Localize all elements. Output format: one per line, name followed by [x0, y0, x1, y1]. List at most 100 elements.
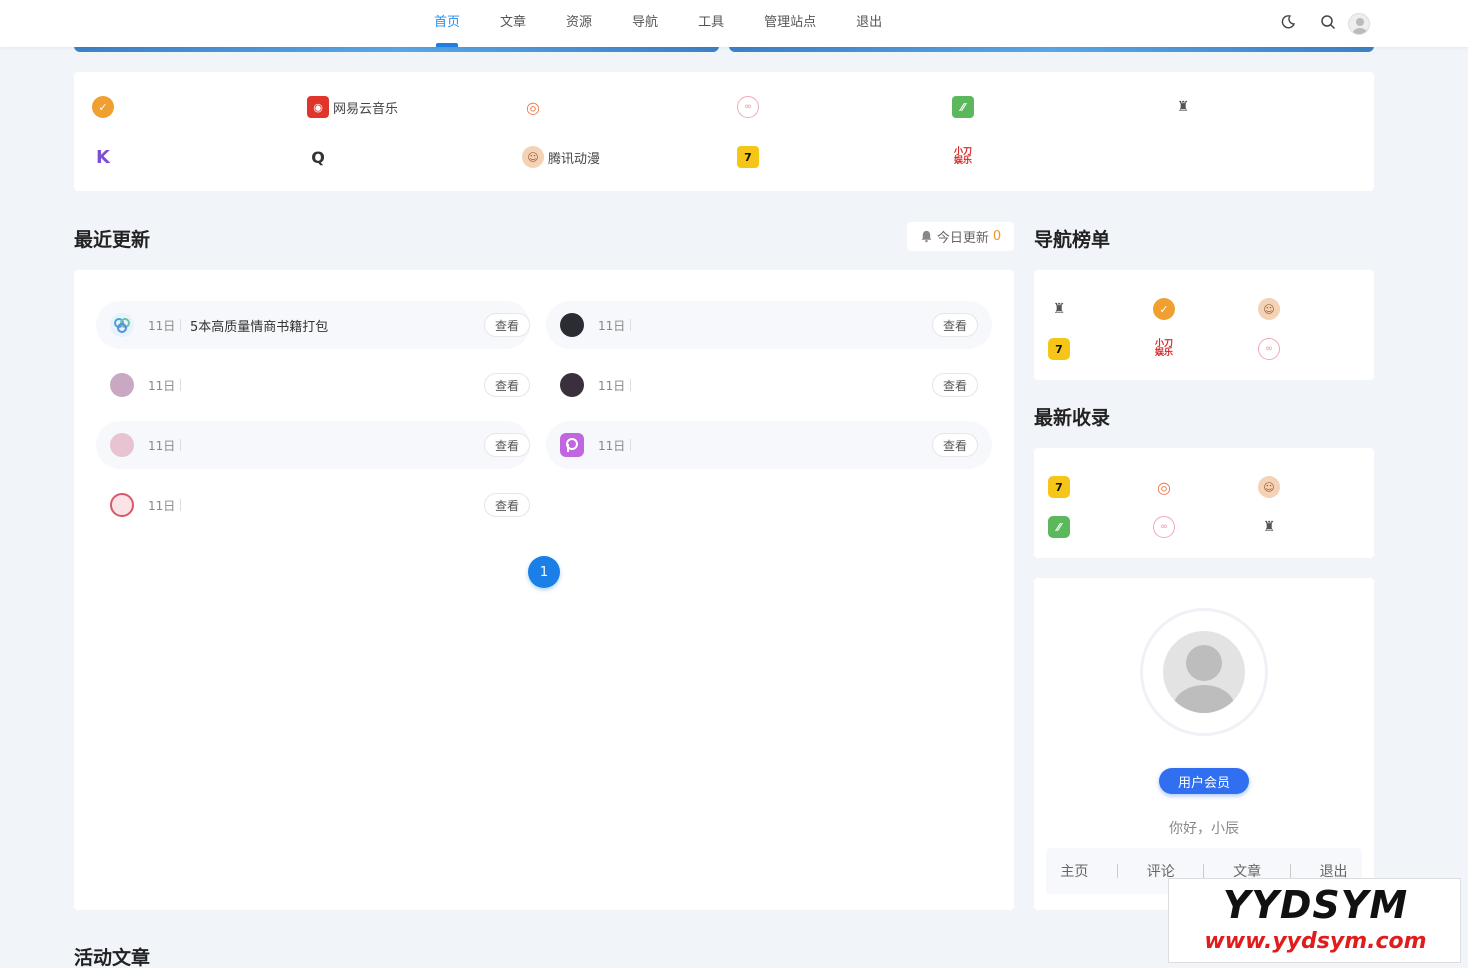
green-leaf-icon[interactable]: ⁄⁄ [1048, 516, 1070, 538]
avatar [560, 313, 584, 337]
item-date: 11日 [148, 319, 176, 333]
q-letter-icon: Q [311, 147, 325, 167]
main-nav: 首页 文章 资源 导航 工具 管理站点 退出 [414, 0, 902, 47]
orange-badge-icon: ✓ [92, 96, 114, 118]
list-item[interactable]: 11日 5本高质量情商书籍打包 查看 [96, 301, 530, 349]
user-avatar-icon[interactable] [1348, 13, 1370, 35]
today-update-badge[interactable]: 今日更新 0 [907, 222, 1014, 251]
divider [630, 379, 631, 391]
picsart-icon [560, 433, 584, 457]
link-item[interactable]: ⁄⁄ [952, 95, 978, 119]
greeting-text: 你好，小辰 [1169, 821, 1239, 837]
recent-updates-card: 11日 5本高质量情商书籍打包 查看 11日 查看 11日 查看 11日 查看 … [74, 270, 1014, 910]
list-item[interactable]: 11日 查看 [96, 361, 530, 409]
list-item[interactable]: 11日 查看 [96, 421, 530, 469]
link-item[interactable]: ◉ 网易云音乐 [307, 95, 398, 119]
k-letter-icon: K [96, 146, 110, 168]
bell-icon [921, 230, 932, 243]
avatar [110, 373, 134, 397]
pig-icon[interactable]: ∞ [1153, 516, 1175, 538]
nav-articles[interactable]: 文章 [480, 0, 546, 47]
item-date: 11日 [598, 439, 626, 453]
moon-icon[interactable] [1278, 12, 1298, 32]
view-button[interactable]: 查看 [932, 313, 978, 337]
nav-rank-title: 导航榜单 [1034, 229, 1111, 251]
pig-icon[interactable]: ∞ [1258, 338, 1280, 360]
link-item[interactable]: ♜ [1172, 95, 1198, 119]
xiaodao-icon[interactable]: 小刀 娱乐 [1153, 338, 1175, 360]
latest-card: 7 ◎ ☺ ⁄⁄ ∞ ♜ [1034, 448, 1374, 558]
nav-rank-card: ♜ ✓ ☺ 7 小刀 娱乐 ∞ [1034, 270, 1374, 380]
link-item[interactable]: 7 [737, 145, 763, 169]
avatar [560, 373, 584, 397]
list-item[interactable]: 11日 查看 [96, 481, 530, 529]
search-icon[interactable] [1318, 12, 1338, 32]
item-date: 11日 [598, 379, 626, 393]
quick-links-card: ✓ ◉ 网易云音乐 ◎ ∞ ⁄⁄ ♜ K Q ☺ 腾讯动漫 7 小刀 娱乐 [74, 72, 1374, 191]
xiaodao-icon: 小刀 娱乐 [953, 147, 972, 166]
link-item[interactable]: ∞ [737, 95, 763, 119]
divider [1117, 864, 1119, 878]
item-date: 11日 [148, 379, 176, 393]
link-item[interactable]: ✓ [92, 95, 118, 119]
profile-card: 用户会员 你好，小辰 主页 评论 文章 退出 [1034, 578, 1374, 910]
view-button[interactable]: 查看 [484, 433, 530, 457]
link-item[interactable]: 小刀 娱乐 [952, 145, 978, 169]
link-item[interactable]: ◎ [522, 95, 548, 119]
nav-admin[interactable]: 管理站点 [744, 0, 836, 47]
pixel-character-icon[interactable]: ♜ [1048, 298, 1070, 320]
avatar [110, 493, 134, 517]
active-articles-title: 活动文章 [74, 947, 151, 968]
nav-logout[interactable]: 退出 [836, 0, 902, 47]
recent-title: 最近更新 [74, 229, 151, 251]
target-icon[interactable]: ◎ [1153, 476, 1175, 498]
link-item[interactable]: Q [307, 145, 333, 169]
tencent-comic-icon[interactable]: ☺ [1258, 298, 1280, 320]
member-button[interactable]: 用户会员 [1159, 768, 1249, 794]
profile-avatar[interactable] [1140, 608, 1268, 736]
item-date: 11日 [148, 439, 176, 453]
green-leaf-icon: ⁄⁄ [952, 96, 974, 118]
seven-cat-icon: 7 [737, 146, 759, 168]
avatar [110, 433, 134, 457]
item-date: 11日 [598, 319, 626, 333]
list-item[interactable]: 11日 查看 [546, 361, 992, 409]
seven-cat-icon[interactable]: 7 [1048, 476, 1070, 498]
divider [630, 319, 631, 331]
view-button[interactable]: 查看 [484, 313, 530, 337]
divider [1203, 864, 1205, 878]
pixel-character-icon[interactable]: ♜ [1258, 516, 1280, 538]
pixel-character-icon: ♜ [1176, 99, 1190, 115]
nav-home[interactable]: 首页 [414, 0, 480, 47]
divider [180, 499, 181, 511]
view-button[interactable]: 查看 [484, 493, 530, 517]
today-update-label: 今日更新 [936, 231, 989, 246]
link-item[interactable]: ☺ 腾讯动漫 [522, 145, 600, 169]
link-label: 网易云音乐 [333, 101, 399, 117]
view-button[interactable]: 查看 [484, 373, 530, 397]
divider [180, 379, 181, 391]
pagination-page[interactable]: 1 [528, 556, 560, 588]
link-item[interactable]: K [92, 145, 118, 169]
nav-resources[interactable]: 资源 [546, 0, 612, 47]
today-update-count: 0 [992, 229, 1002, 244]
nav-tools[interactable]: 工具 [678, 0, 744, 47]
watermark-title: YYDSYM [1222, 883, 1409, 927]
profile-link-home[interactable]: 主页 [1060, 861, 1088, 881]
orange-badge-icon[interactable]: ✓ [1153, 298, 1175, 320]
tencent-comic-icon[interactable]: ☺ [1258, 476, 1280, 498]
view-button[interactable]: 查看 [932, 433, 978, 457]
divider [180, 319, 181, 331]
pig-icon: ∞ [737, 96, 759, 118]
target-icon: ◎ [526, 97, 540, 117]
watermark: YYDSYM www.yydsym.com [1168, 878, 1461, 963]
list-item[interactable]: 11日 查看 [546, 421, 992, 469]
user-avatar-icon [1163, 631, 1245, 713]
cloud-icon [110, 313, 134, 337]
view-button[interactable]: 查看 [932, 373, 978, 397]
seven-cat-icon[interactable]: 7 [1048, 338, 1070, 360]
divider [630, 439, 631, 451]
list-item[interactable]: 11日 查看 [546, 301, 992, 349]
nav-navigation[interactable]: 导航 [612, 0, 678, 47]
item-title[interactable]: 5本高质量情商书籍打包 [190, 316, 328, 335]
